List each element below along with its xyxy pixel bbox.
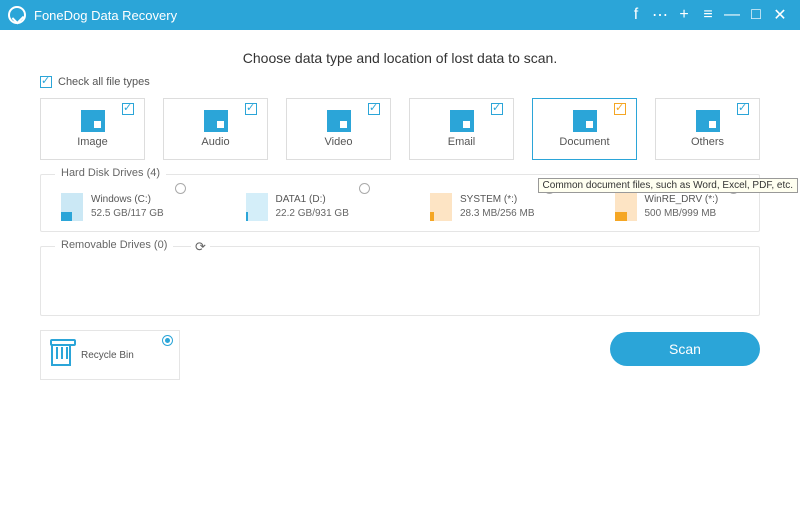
app-title: FoneDog Data Recovery [34, 8, 624, 23]
drive-name: DATA1 (D:) [276, 193, 349, 207]
drive-size: 28.3 MB/256 MB [460, 207, 534, 221]
drive-icon [61, 193, 83, 221]
facebook-icon[interactable]: f [624, 6, 648, 24]
removable-section-title: Removable Drives (0) [55, 239, 173, 251]
feedback-icon[interactable]: ⋯ [648, 5, 672, 25]
type-card-image[interactable]: Image [40, 98, 145, 160]
drive-item[interactable]: Windows (C:)52.5 GB/117 GB [61, 193, 186, 221]
drive-radio[interactable] [175, 183, 186, 194]
document-icon [573, 110, 597, 132]
type-label: Audio [201, 136, 229, 148]
type-checkbox[interactable] [737, 103, 749, 115]
drive-name: Windows (C:) [91, 193, 164, 207]
type-checkbox[interactable] [368, 103, 380, 115]
recycle-bin-card[interactable]: Recycle Bin [40, 330, 180, 380]
drive-icon [246, 193, 268, 221]
type-label: Others [691, 136, 724, 148]
email-icon [450, 110, 474, 132]
plus-icon[interactable]: + [672, 6, 696, 24]
titlebar: FoneDog Data Recovery f ⋯ + ≡ — □ ✕ [0, 0, 800, 30]
type-label: Video [325, 136, 353, 148]
type-card-email[interactable]: Email [409, 98, 514, 160]
check-all-label: Check all file types [58, 76, 150, 88]
check-all-checkbox[interactable] [40, 76, 52, 88]
maximize-icon[interactable]: □ [744, 6, 768, 24]
check-all-types[interactable]: Check all file types [40, 76, 760, 88]
drive-size: 500 MB/999 MB [645, 207, 719, 221]
drive-size: 52.5 GB/117 GB [91, 207, 164, 221]
drive-name: WinRE_DRV (*:) [645, 193, 719, 207]
audio-icon [204, 110, 228, 132]
others-icon [696, 110, 720, 132]
file-type-grid: Image Audio Video Email Document Others [40, 98, 760, 160]
type-label: Image [77, 136, 108, 148]
recycle-radio[interactable] [162, 335, 173, 346]
type-checkbox[interactable] [122, 103, 134, 115]
drive-item[interactable]: WinRE_DRV (*:)500 MB/999 MB [615, 193, 740, 221]
removable-section: Removable Drives (0) ⟳ [40, 246, 760, 316]
drive-radio[interactable] [359, 183, 370, 194]
minimize-icon[interactable]: — [720, 6, 744, 24]
drive-item[interactable]: DATA1 (D:)22.2 GB/931 GB [246, 193, 371, 221]
type-card-video[interactable]: Video [286, 98, 391, 160]
type-card-audio[interactable]: Audio [163, 98, 268, 160]
type-label: Document [559, 136, 609, 148]
hdd-section-title: Hard Disk Drives (4) [55, 167, 166, 179]
drive-icon [615, 193, 637, 221]
type-label: Email [448, 136, 476, 148]
close-icon[interactable]: ✕ [768, 5, 792, 25]
image-icon [81, 110, 105, 132]
recycle-label: Recycle Bin [81, 350, 134, 361]
page-heading: Choose data type and location of lost da… [40, 50, 760, 66]
document-tooltip: Common document files, such as Word, Exc… [538, 178, 798, 193]
type-checkbox[interactable] [614, 103, 626, 115]
menu-icon[interactable]: ≡ [696, 6, 720, 24]
trash-icon [51, 344, 71, 366]
type-checkbox[interactable] [491, 103, 503, 115]
scan-button[interactable]: Scan [610, 332, 760, 366]
drive-name: SYSTEM (*:) [460, 193, 534, 207]
type-card-others[interactable]: Others [655, 98, 760, 160]
drive-icon [430, 193, 452, 221]
refresh-icon[interactable]: ⟳ [191, 239, 210, 255]
type-card-document[interactable]: Document [532, 98, 637, 160]
app-logo-icon [8, 6, 26, 24]
video-icon [327, 110, 351, 132]
drive-item[interactable]: SYSTEM (*:)28.3 MB/256 MB [430, 193, 555, 221]
type-checkbox[interactable] [245, 103, 257, 115]
drive-size: 22.2 GB/931 GB [276, 207, 349, 221]
